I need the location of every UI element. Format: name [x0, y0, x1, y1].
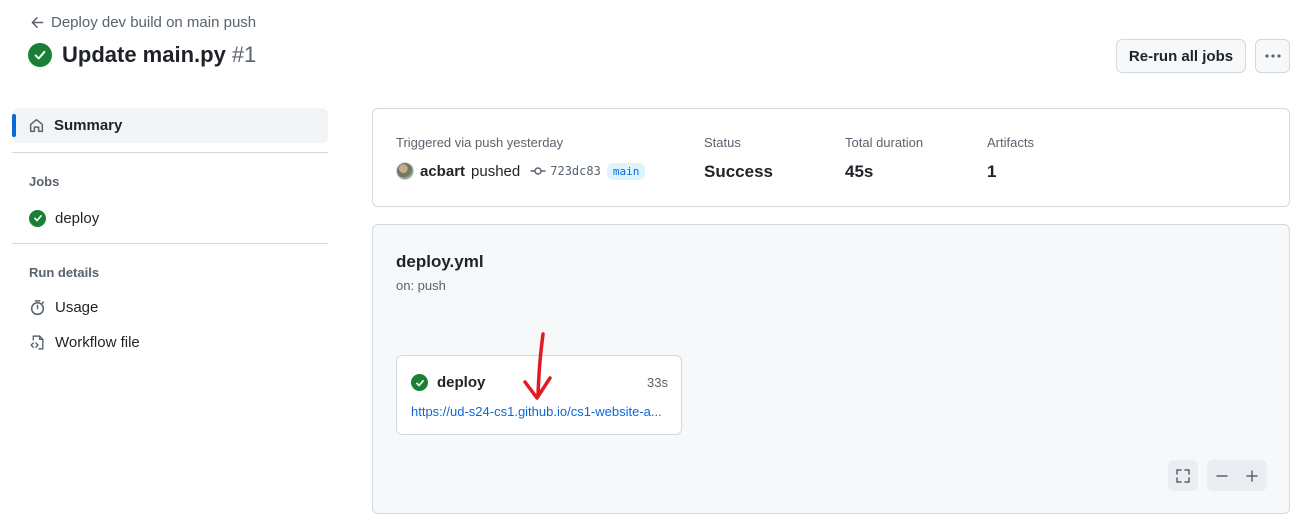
job-duration: 33s: [647, 375, 668, 390]
fullscreen-control: [1168, 460, 1198, 491]
sidebar-item-label: Workflow file: [55, 333, 140, 351]
run-summary-card: Triggered via push yesterday acbart push…: [372, 108, 1290, 207]
duration-value: 45s: [845, 162, 874, 181]
deployment-url-link[interactable]: https://ud-s24-cs1.github.io/cs1-website…: [411, 404, 669, 419]
rerun-all-jobs-button[interactable]: Re-run all jobs: [1116, 39, 1246, 73]
workflow-file-name: deploy.yml: [396, 252, 484, 271]
stopwatch-icon: [30, 299, 45, 315]
kebab-horizontal-icon: [1264, 54, 1281, 58]
zoom-controls: [1207, 460, 1267, 491]
status-value: Success: [704, 162, 773, 181]
sidebar: Summary Jobs deploy Run details Usage Wo…: [12, 108, 328, 357]
trigger-label: Triggered via push yesterday: [396, 135, 564, 150]
home-icon: [29, 118, 44, 133]
sidebar-item-label: Summary: [54, 117, 123, 134]
divider: [12, 243, 328, 244]
sidebar-item-label: deploy: [55, 209, 100, 227]
minus-icon: [1216, 474, 1228, 477]
zoom-out-button[interactable]: [1207, 460, 1237, 491]
artifacts-count[interactable]: 1: [987, 162, 1034, 182]
commit-sha: 723dc83: [550, 164, 601, 178]
jobs-heading: Jobs: [29, 174, 60, 189]
trigger-info: Triggered via push yesterday acbart push…: [396, 135, 646, 180]
artifacts-info: Artifacts 1: [987, 135, 1034, 182]
duration-info: Total duration 45s: [845, 135, 923, 182]
sidebar-item-workflow-file[interactable]: Workflow file: [12, 327, 328, 357]
status-label: Status: [704, 135, 741, 150]
back-link-label: Deploy dev build on main push: [51, 14, 257, 31]
screen-full-icon: [1176, 468, 1190, 483]
fullscreen-button[interactable]: [1168, 460, 1198, 491]
plus-icon: [1246, 469, 1258, 482]
run-number: #1: [231, 42, 257, 67]
artifacts-label: Artifacts: [987, 135, 1034, 150]
more-options-button[interactable]: [1255, 39, 1290, 73]
back-to-workflow-link[interactable]: Deploy dev build on main push: [30, 14, 256, 31]
avatar[interactable]: [396, 162, 414, 180]
zoom-in-button[interactable]: [1237, 460, 1267, 491]
sidebar-item-usage[interactable]: Usage: [12, 292, 328, 322]
job-name: deploy: [437, 374, 486, 391]
run-title: Update main.py: [62, 42, 226, 67]
file-code-icon: [30, 334, 44, 350]
workflow-graph: deploy.yml on: push deploy 33s https://u…: [372, 224, 1290, 514]
success-check-icon: [29, 209, 46, 227]
run-details-heading: Run details: [29, 265, 100, 280]
workflow-trigger: on: push: [396, 278, 446, 293]
success-check-icon: [28, 43, 52, 67]
sidebar-item-label: Usage: [55, 298, 99, 316]
page-title: Update main.py #1: [28, 42, 256, 68]
sidebar-item-summary[interactable]: Summary: [12, 108, 328, 143]
trigger-action: pushed: [471, 162, 521, 180]
actor-link[interactable]: acbart: [420, 163, 465, 180]
branch-badge[interactable]: main: [606, 162, 646, 180]
git-commit-icon: [530, 167, 546, 175]
status-info: Status Success: [704, 135, 773, 182]
job-card-deploy[interactable]: deploy 33s https://ud-s24-cs1.github.io/…: [396, 355, 682, 435]
sidebar-item-deploy-job[interactable]: deploy: [12, 203, 328, 233]
arrow-left-icon: [31, 17, 44, 28]
duration-label: Total duration: [845, 135, 924, 150]
divider: [12, 152, 328, 153]
commit-link[interactable]: 723dc83: [530, 164, 601, 178]
success-check-icon: [411, 374, 428, 391]
